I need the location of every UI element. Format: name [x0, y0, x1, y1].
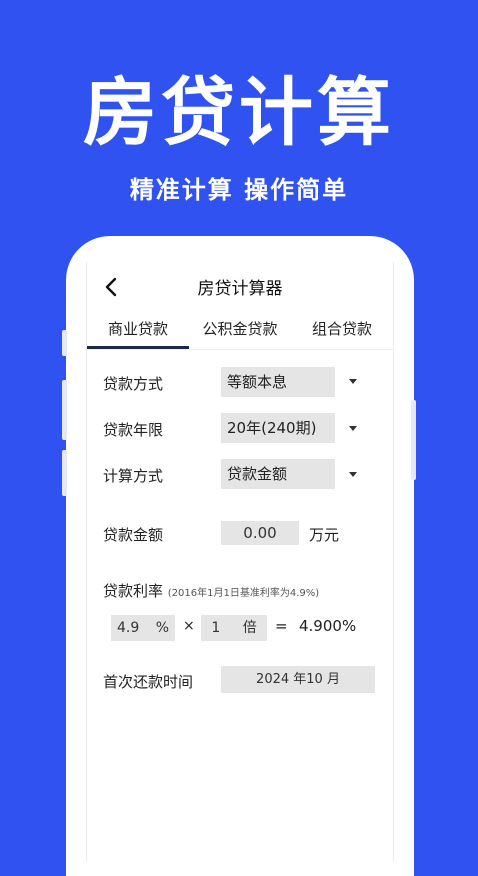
first-payment-label: 首次还款时间	[103, 673, 194, 691]
equals-symbol: =	[275, 617, 288, 635]
loan-term-label: 贷款年限	[103, 421, 164, 439]
chevron-down-icon[interactable]	[349, 426, 357, 431]
hero-title: 房贷计算	[83, 70, 395, 156]
rate-note: (2016年1月1日基准利率为4.9%)	[167, 588, 320, 599]
loan-amount-label: 贷款金额	[103, 526, 164, 544]
tab-commercial-loan[interactable]: 商业贷款	[87, 318, 189, 339]
base-rate-input[interactable]: 4.9 %	[111, 615, 175, 641]
loan-amount-input[interactable]: 0.00	[221, 521, 299, 545]
rate-label-text: 贷款利率	[103, 582, 164, 600]
rate-multiplier-value: 1	[211, 620, 221, 636]
rate-multiplier-input[interactable]: 1 倍	[201, 615, 267, 641]
first-payment-date-picker[interactable]: 2024 年10 月	[221, 666, 375, 693]
page-title: 房贷计算器	[197, 279, 283, 299]
loan-term-select[interactable]: 20年(240期)	[221, 413, 335, 443]
rate-multiplier-unit: 倍	[242, 620, 257, 636]
tab-active-indicator	[87, 346, 189, 349]
rate-result: 4.900%	[299, 617, 357, 635]
times-symbol: ×	[183, 618, 195, 634]
loan-amount-unit: 万元	[309, 526, 340, 544]
tab-combined-loan[interactable]: 组合贷款	[291, 318, 393, 339]
phone-side-button	[411, 400, 416, 480]
hero-subtitle: 精准计算 操作简单	[129, 176, 349, 204]
chevron-down-icon[interactable]	[349, 472, 357, 477]
repay-method-label: 贷款方式	[103, 375, 164, 393]
phone-side-button	[62, 450, 67, 496]
base-rate-value: 4.9	[116, 620, 140, 636]
rate-label: 贷款利率 (2016年1月1日基准利率为4.9%)	[103, 580, 319, 601]
calc-method-label: 计算方式	[103, 467, 164, 485]
base-rate-unit: %	[155, 620, 170, 636]
phone-side-button	[62, 330, 67, 356]
calc-method-select[interactable]: 贷款金额	[221, 459, 335, 489]
repay-method-select[interactable]: 等额本息	[221, 367, 335, 397]
phone-side-button	[62, 380, 67, 440]
chevron-down-icon[interactable]	[349, 379, 357, 384]
tab-provident-fund-loan[interactable]: 公积金贷款	[189, 318, 291, 339]
tab-divider	[87, 349, 393, 350]
app-screen: 房贷计算器 商业贷款 公积金贷款 组合贷款 贷款方式 等额本息 贷款年限 20年…	[86, 262, 394, 862]
